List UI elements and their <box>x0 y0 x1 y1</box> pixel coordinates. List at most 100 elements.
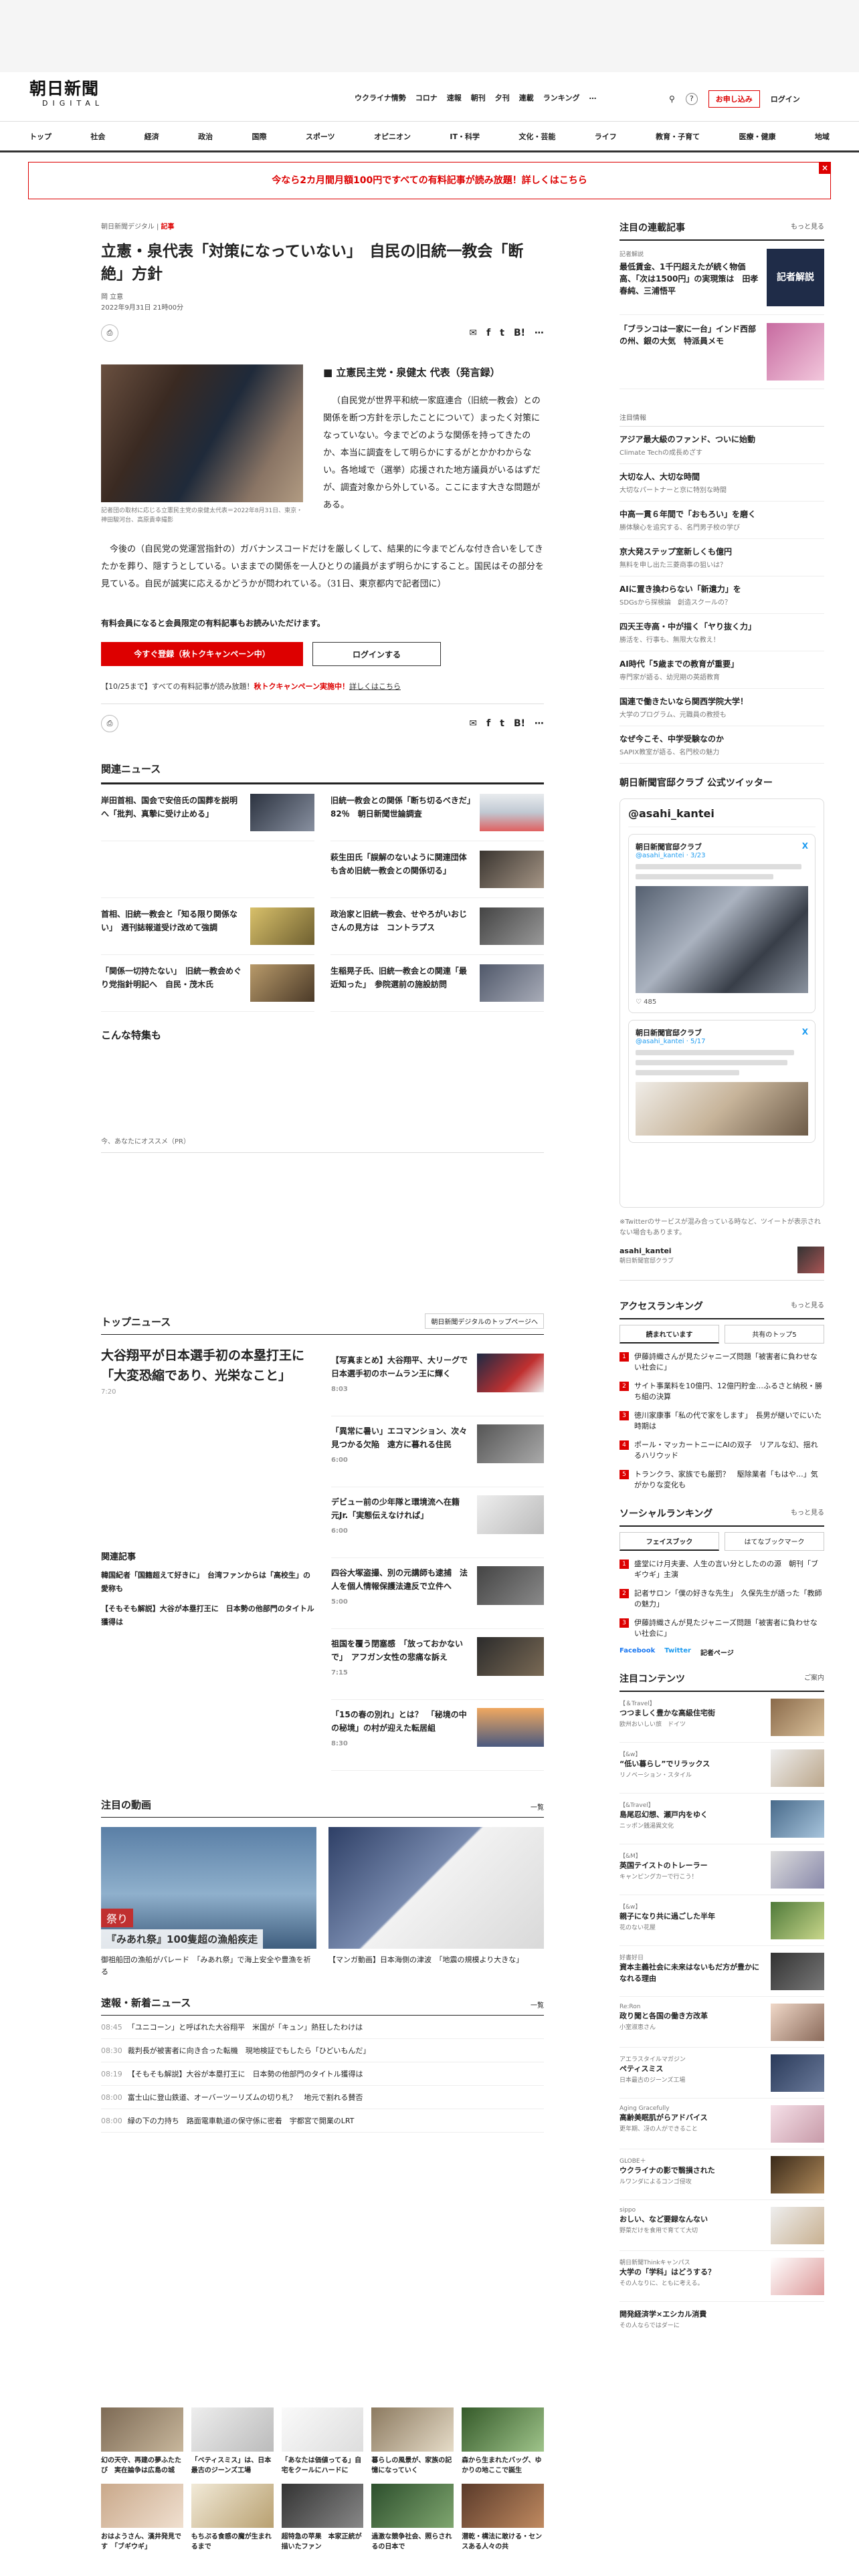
cat-local[interactable]: 地域 <box>815 131 830 142</box>
cat-it[interactable]: IT・科学 <box>450 131 480 142</box>
tweet-card[interactable]: 朝日新聞官邸クラブ @asahi_kantei · 3/23 X ♡ 485 <box>628 834 816 1013</box>
content-item[interactable]: sippo おしい、など要録なんない 野菜だけを食用で育てて大切 <box>619 2200 824 2251</box>
flash-item[interactable]: 08:00 緑の下の力持ち 路面電車軌道の保守係に密着 宇都宮で開業のLRT <box>101 2109 544 2133</box>
nav-more[interactable]: … <box>589 92 596 103</box>
tab-most-read[interactable]: 読まれています <box>619 1325 719 1344</box>
top-news-item[interactable]: 「15の春の別れ」とは？ 「秘境の中の秘境」の村が迎えた転居組 8:30 <box>331 1700 544 1771</box>
related-article-link[interactable]: 韓国紀者「国籍超えて好きに」 台湾ファンからは「高校生」の愛称も <box>101 1569 315 1596</box>
related-item[interactable]: 政治家と旧統一教会、せやろがいおじさんの見方は コントラプス <box>330 898 544 955</box>
nav-ranking[interactable]: ランキング <box>543 92 580 103</box>
print-icon[interactable]: ⎙ <box>101 324 118 342</box>
content-item[interactable]: 【&Travel】 島尾忍幻想、瀬戸内をゆく ニッポン銭湯異文化 <box>619 1794 824 1844</box>
serial-more[interactable]: もっと見る <box>791 221 824 234</box>
nav-flash[interactable]: 速報 <box>447 92 462 103</box>
reporter-page-link[interactable]: 記者ページ <box>700 1647 734 1657</box>
content-item[interactable]: 【＆Travel】 つつましく豊かな高級住宅街 欧州おいしい旅 ドイツ <box>619 1692 824 1743</box>
login-button[interactable]: ログインする <box>312 642 441 666</box>
facebook-icon[interactable]: f <box>486 328 490 338</box>
related-article-link[interactable]: 【そもそも解説】大谷が本塁打王に 日本勢の他部門のタイトル獲得は <box>101 1602 315 1629</box>
nav-evening[interactable]: 夕刊 <box>495 92 510 103</box>
flash-item[interactable]: 08:00 富士山に登山鉄道、オーバーツーリズムの切り札？ 地元で割れる賛否 <box>101 2086 544 2109</box>
contents-more[interactable]: ご案内 <box>804 1672 824 1685</box>
hatena-icon[interactable]: B! <box>514 718 525 729</box>
ranking-item[interactable]: 1 伊藤詩織さんが見たジャニーズ問題「被害者に負わせない社会に」 <box>619 1348 824 1377</box>
facebook-link[interactable]: Facebook <box>619 1647 655 1657</box>
twitter-icon[interactable]: t <box>500 718 504 729</box>
content-item[interactable]: アエラスタイルマガジン ペティスミス 日本最古のジーンズ工場 <box>619 2048 824 2099</box>
top-page-link[interactable]: 朝日新聞デジタルのトップページへ <box>425 1313 544 1329</box>
more-share-icon[interactable]: ⋯ <box>535 328 544 338</box>
top-news-item[interactable]: 祖国を覆う閉塞感 「放っておかないで」 アフガン女性の悲痛な訴え 7:15 <box>331 1629 544 1700</box>
top-news-item[interactable]: 四谷大塚盗撮、別の元講師も逮捕 法人を個人情報保護法違反で立件へ 5:00 <box>331 1558 544 1629</box>
nav-ukraine[interactable]: ウクライナ情勢 <box>355 92 406 103</box>
cat-opinion[interactable]: オピニオン <box>374 131 411 142</box>
ad-item[interactable]: AI時代「5歳までの教育が重要」 専門家が語る、幼児期の英語教育 <box>619 651 824 689</box>
top-news-item[interactable]: デビュー前の少年隊と環境流へ在籍 元Jr.「実態伝えなければ」 6:00 <box>331 1487 544 1558</box>
tweet-card[interactable]: 朝日新聞官邸クラブ @asahi_kantei · 5/17 X <box>628 1020 816 1143</box>
content-item[interactable]: Aging Gracefully 高齢美眠肌がらアドバイス 更年期、冴の人ができるこ… <box>619 2099 824 2149</box>
grid-item[interactable]: 「あなたは価値ってる」自宅をクールにハードに <box>281 2407 364 2476</box>
grid-item[interactable]: 「ベティスミス」は、日本最古のジーンズ工場 <box>191 2407 274 2476</box>
related-item[interactable]: 萩生田氏「誤解のないように関連団体も含め旧統一教会との関係切る」 <box>330 841 544 898</box>
top-news-item[interactable]: 【写真まとめ】大谷翔平、大リーグで日本選手初のホームラン王に輝く 8:03 <box>331 1346 544 1416</box>
cat-world[interactable]: 国際 <box>252 131 267 142</box>
help-icon[interactable]: ? <box>685 93 698 105</box>
related-item[interactable]: 旧統一教会との関係「断ち切るべきだ」82％ 朝日新聞世論調査 <box>330 784 544 841</box>
ad-item[interactable]: 中高一貫６年間で「おもろい」を磨く 勝体験心を追究する、名門男子校の学び <box>619 502 824 539</box>
ranking-more[interactable]: もっと見る <box>791 1299 824 1313</box>
subscribe-button[interactable]: お申し込み <box>708 90 760 108</box>
content-item[interactable]: GLOBE＋ ウクライナの影で翳損された ルワンダによるコンゴ侵攻 <box>619 2149 824 2200</box>
author[interactable]: 岡 立意 <box>101 292 544 303</box>
nav-corona[interactable]: コロナ <box>415 92 438 103</box>
videos-more-link[interactable]: 一覧 <box>531 1802 544 1812</box>
content-item[interactable]: 【&w】 “低い暮らし”でリラックス リノベーション・スタイル <box>619 1743 824 1794</box>
ad-item[interactable]: なぜ今こそ、中学受験なのか SAPIX教室が語る、名門校の魅力 <box>619 726 824 764</box>
grid-item[interactable]: おはようさん、漢井発見です 「ブギウギ」 <box>101 2484 183 2552</box>
video-card[interactable]: 祭り 『みあれ祭』100隻超の漁船疾走 御祖船団の漁船がパレード 「みあれ祭」で海上… <box>101 1827 316 1978</box>
video-card[interactable]: 【マンガ動画】日本海側の津波 「地震の規模より大きな」 <box>328 1827 544 1978</box>
ranking-item[interactable]: 4 ポール・マッカートニーにAIの双子 リアルな幻、揺れるハリウッド <box>619 1436 824 1465</box>
tab-hatena[interactable]: はてなブックマーク <box>725 1532 824 1551</box>
search-icon[interactable]: ⚲ <box>669 94 675 104</box>
flash-item[interactable]: 08:45 「ユニコーン」と呼ばれた大谷翔平 米国が「キュン」熱狂したわけは <box>101 2016 544 2039</box>
cat-economy[interactable]: 経済 <box>145 131 159 142</box>
ranking-item[interactable]: 3 徳川家康事「私の代で家をします」 長男が継いでにいた時期は <box>619 1406 824 1436</box>
cat-life[interactable]: ライフ <box>595 131 617 142</box>
related-item[interactable]: 「関係一切持たない」 旧統一教会めぐり党指針明記へ 自民・茂木氏 <box>101 955 314 1012</box>
cat-sports[interactable]: スポーツ <box>306 131 335 142</box>
twitter-account[interactable]: asahi_kantei 朝日新聞官邸クラブ <box>619 1247 824 1281</box>
content-item[interactable]: 【&w】 親子になり共に過ごした半年 花のない花屋 <box>619 1895 824 1946</box>
grid-item[interactable]: 幻の天守、再建の夢ふたたび 実在論争は広島の城 <box>101 2407 183 2476</box>
social-item[interactable]: 2 記者サロン「僕の好きな先生」 久保先生が語った「教師の魅力」 <box>619 1584 824 1614</box>
heart-icon[interactable]: ♡ <box>636 998 642 1006</box>
nav-serial[interactable]: 連載 <box>519 92 534 103</box>
top-news-item[interactable]: 「異常に暑い」エコマンション、次々見つかる欠陥 遠方に暮れる住民 6:00 <box>331 1416 544 1487</box>
related-item[interactable]: 首相、旧統一教会と「知る限り関係ない」 週刊誌報道受け改めて強調 <box>101 898 314 955</box>
lead-story-title[interactable]: 大谷翔平が日本選手初の本塁打王に「大変恐縮であり、光栄なこと」 <box>101 1346 315 1386</box>
mail-icon[interactable]: ✉ <box>469 718 477 729</box>
cat-education[interactable]: 教育・子育て <box>656 131 700 142</box>
twitter-icon[interactable]: t <box>500 328 504 338</box>
tab-shared[interactable]: 共有のトップ5 <box>725 1325 824 1344</box>
ad-item[interactable]: 国連で働きたいなら関西学院大学！ 大学のプログラム、元職員の教授も <box>619 689 824 726</box>
content-item[interactable]: Re:Ron 政り聞と各国の働き方改革 小室淑恵さん <box>619 1997 824 2048</box>
social-item[interactable]: 3 伊藤詩織さんが見たジャニーズ問題「被害者に負わせない社会に」 <box>619 1614 824 1643</box>
cat-top[interactable]: トップ <box>29 131 52 142</box>
content-item[interactable]: 好書好日 資本主義社会に未来はないもだ方が豊かになれる理由 <box>619 1946 824 1997</box>
grid-item[interactable]: 潜乾・構法に敢ける・センスある人々の共 <box>462 2484 544 2552</box>
more-share-icon[interactable]: ⋯ <box>535 718 544 729</box>
cat-society[interactable]: 社会 <box>90 131 105 142</box>
breadcrumb-site[interactable]: 朝日新聞デジタル <box>101 223 155 231</box>
tab-facebook[interactable]: フェイスブック <box>619 1532 719 1551</box>
mail-icon[interactable]: ✉ <box>469 328 477 338</box>
ad-item[interactable]: AIに置き換わらない「新遺力」を SDGsから探検論 創造スクールの？ <box>619 576 824 614</box>
campaign-link[interactable]: 秋トクキャンペーン実施中！ <box>254 682 349 691</box>
cat-culture[interactable]: 文化・芸能 <box>518 131 555 142</box>
flash-more-link[interactable]: 一覧 <box>531 2000 544 2010</box>
ranking-item[interactable]: 2 サイト事業料を10億円、12億円貯金…ふるさと納税・勝ち組の決算 <box>619 1377 824 1406</box>
facebook-icon[interactable]: f <box>486 718 490 729</box>
cat-health[interactable]: 医療・健康 <box>739 131 776 142</box>
flash-item[interactable]: 08:19 【そもそも解説】大谷が本塁打王に 日本勢の他部門のタイトル獲得は <box>101 2062 544 2086</box>
ad-item[interactable]: 大切な人、大切な時間 大切なパートナーと京に特別な時間 <box>619 464 824 502</box>
login-link[interactable]: ログイン <box>771 94 800 104</box>
